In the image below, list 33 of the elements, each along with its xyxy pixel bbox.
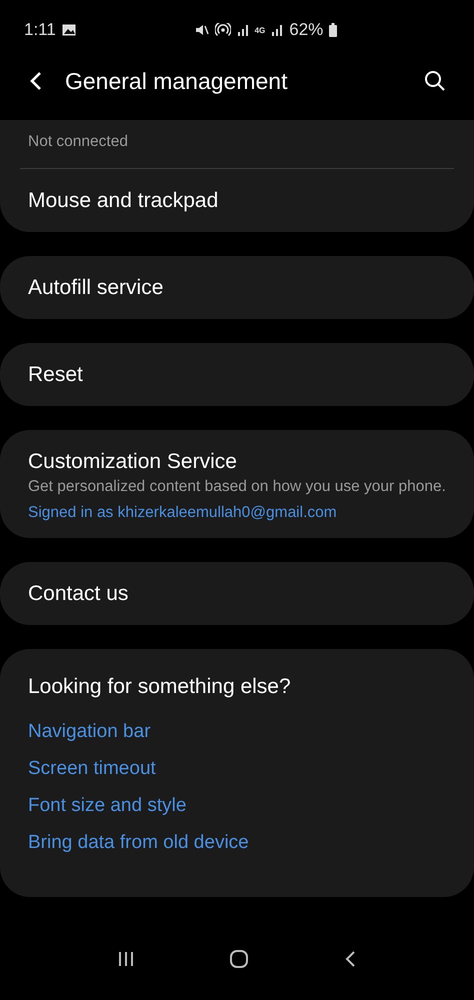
signal-icon	[271, 24, 284, 36]
settings-item[interactable]: Customization Service Get personalized content based on how you use your phone. Signed in as khizerkaleemullah0@gmail.com	[0, 430, 474, 538]
mute-icon	[194, 23, 209, 37]
signal-icon	[236, 24, 249, 36]
item-subtitle: Not connected	[28, 132, 129, 152]
account-text: Signed in as khizerkaleemullah0@gmail.com	[28, 504, 338, 522]
item-subtitle: Get personalized content based on how you use your phone.	[28, 477, 446, 497]
item-title: Reset	[28, 362, 84, 386]
battery-icon	[329, 23, 338, 37]
recent-apps-icon[interactable]	[118, 951, 134, 967]
settings-item[interactable]: Reset	[0, 343, 474, 406]
suggestion-link[interactable]: Screen timeout	[28, 758, 156, 795]
battery-percent: 62%	[289, 20, 324, 40]
settings-item[interactable]: Not connected	[0, 120, 474, 168]
item-title: Autofill service	[28, 276, 164, 300]
image-icon	[62, 24, 76, 36]
suggestion-link[interactable]: Font size and style	[28, 795, 186, 832]
search-icon[interactable]	[424, 70, 446, 92]
item-title: Mouse and trackpad	[28, 188, 220, 212]
suggestion-link[interactable]: Navigation bar	[28, 721, 151, 758]
item-title: Customization Service	[28, 450, 238, 474]
settings-item[interactable]: Contact us	[0, 562, 474, 625]
hotspot-icon	[214, 23, 231, 37]
home-icon[interactable]	[228, 949, 249, 969]
suggestions-title: Looking for something else?	[28, 675, 292, 699]
network-type: 4G	[254, 26, 266, 34]
back-icon[interactable]	[344, 950, 356, 968]
settings-item[interactable]: Mouse and trackpad	[0, 169, 474, 232]
settings-item[interactable]: Autofill service	[0, 256, 474, 319]
suggestion-link[interactable]: Bring data from old device	[28, 832, 249, 869]
item-title: Contact us	[28, 582, 130, 606]
page-title: General management	[65, 68, 288, 94]
status-time: 1:11	[24, 20, 56, 40]
